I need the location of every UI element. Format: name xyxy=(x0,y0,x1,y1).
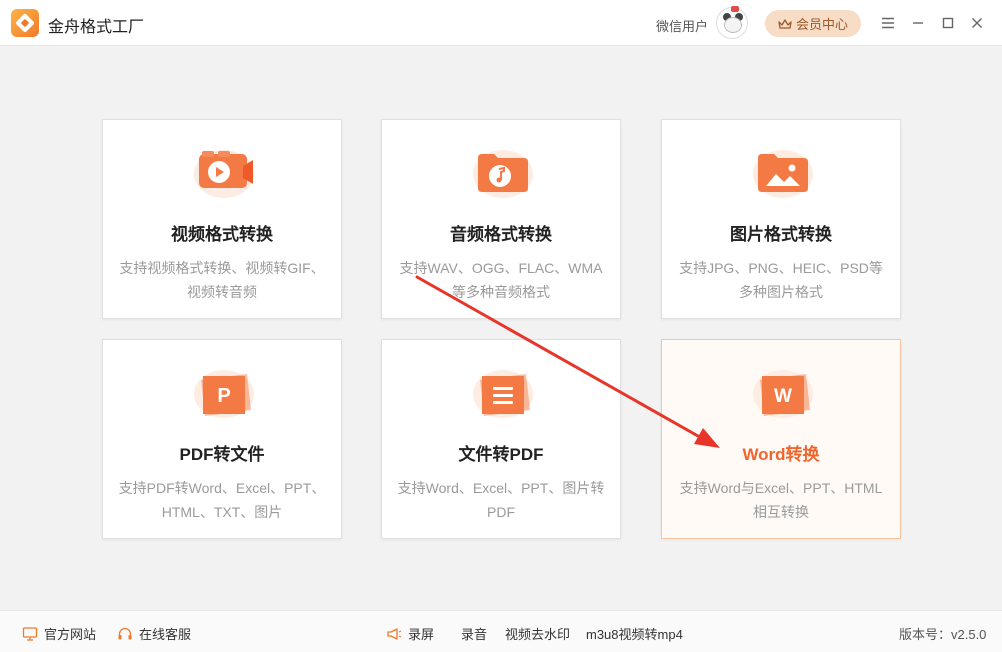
maximize-icon[interactable] xyxy=(937,12,959,34)
status-bar: 官方网站 在线客服 录屏 录音 视频去水印 m3u8视频转mp4 版本号：v2.… xyxy=(0,610,1002,652)
card-title: 视频格式转换 xyxy=(171,225,273,244)
minimize-icon[interactable] xyxy=(907,12,929,34)
card-title: 文件转PDF xyxy=(458,445,544,464)
m3u8-convert-label: m3u8视频转mp4 xyxy=(586,627,683,642)
remove-watermark-link[interactable]: 视频去水印 xyxy=(505,624,570,643)
record-screen-label: 录屏 xyxy=(408,627,435,642)
crown-icon xyxy=(778,18,792,29)
card-file-to-pdf[interactable]: 文件转PDF 支持Word、Excel、PPT、图片转PDF xyxy=(381,339,621,539)
annotation-arrow xyxy=(415,275,720,448)
vip-center-button[interactable]: 会员中心 xyxy=(765,10,861,37)
card-word-convert[interactable]: W Word转换 支持Word与Excel、PPT、HTML相互转换 xyxy=(661,339,901,539)
word-icon: W xyxy=(753,370,813,418)
card-description: 支持Word、Excel、PPT、图片转PDF xyxy=(397,480,605,520)
record-audio-label: 录音 xyxy=(461,627,488,642)
pdf-icon: P xyxy=(194,370,254,418)
svg-text:W: W xyxy=(774,386,792,407)
m3u8-convert-link[interactable]: m3u8视频转mp4 xyxy=(586,624,683,643)
card-video-convert[interactable]: 视频格式转换 支持视频格式转换、视频转GIF、视频转音频 xyxy=(102,119,342,319)
document-icon xyxy=(473,370,533,418)
user-name[interactable]: 微信用户 xyxy=(656,16,708,35)
card-pdf-to-file[interactable]: P PDF转文件 支持PDF转Word、Excel、PPT、HTML、TXT、图… xyxy=(102,339,342,539)
headset-icon xyxy=(118,627,132,639)
title-bar: 金舟格式工厂 微信用户 会员中心 xyxy=(0,0,1002,46)
audio-folder-icon xyxy=(473,150,533,198)
official-website-link[interactable]: 官方网站 xyxy=(22,624,96,643)
card-title: PDF转文件 xyxy=(179,445,265,464)
remove-watermark-label: 视频去水印 xyxy=(505,627,571,642)
menu-icon[interactable] xyxy=(877,12,899,34)
card-description: 支持WAV、OGG、FLAC、WMA等多种音频格式 xyxy=(399,260,603,300)
card-audio-convert[interactable]: 音频格式转换 支持WAV、OGG、FLAC、WMA等多种音频格式 xyxy=(381,119,621,319)
svg-text:P: P xyxy=(217,385,230,407)
app-title: 金舟格式工厂 xyxy=(48,19,145,36)
video-folder-icon xyxy=(194,150,254,198)
card-description: 支持Word与Excel、PPT、HTML相互转换 xyxy=(679,480,883,520)
online-service-link[interactable]: 在线客服 xyxy=(117,624,191,643)
card-image-convert[interactable]: 图片格式转换 支持JPG、PNG、HEIC、PSD等多种图片格式 xyxy=(661,119,901,319)
close-icon[interactable] xyxy=(966,12,988,34)
megaphone-icon xyxy=(387,627,402,640)
online-service-label: 在线客服 xyxy=(139,627,192,642)
app-logo-icon xyxy=(11,9,39,37)
image-folder-icon xyxy=(753,150,813,198)
record-screen-link[interactable]: 录屏 xyxy=(386,624,434,643)
card-description: 支持视频格式转换、视频转GIF、视频转音频 xyxy=(119,260,325,300)
card-description: 支持JPG、PNG、HEIC、PSD等多种图片格式 xyxy=(679,260,883,300)
card-description: 支持PDF转Word、Excel、PPT、HTML、TXT、图片 xyxy=(118,480,326,520)
card-title: 音频格式转换 xyxy=(450,225,552,244)
card-title: Word转换 xyxy=(742,445,820,464)
monitor-icon xyxy=(22,626,38,641)
card-title: 图片格式转换 xyxy=(730,225,832,244)
version-label: 版本号：v2.5.0 xyxy=(899,627,987,642)
avatar[interactable] xyxy=(716,6,748,39)
vip-center-label: 会员中心 xyxy=(795,17,848,32)
official-website-label: 官方网站 xyxy=(44,627,97,642)
record-audio-link[interactable]: 录音 xyxy=(461,624,487,643)
